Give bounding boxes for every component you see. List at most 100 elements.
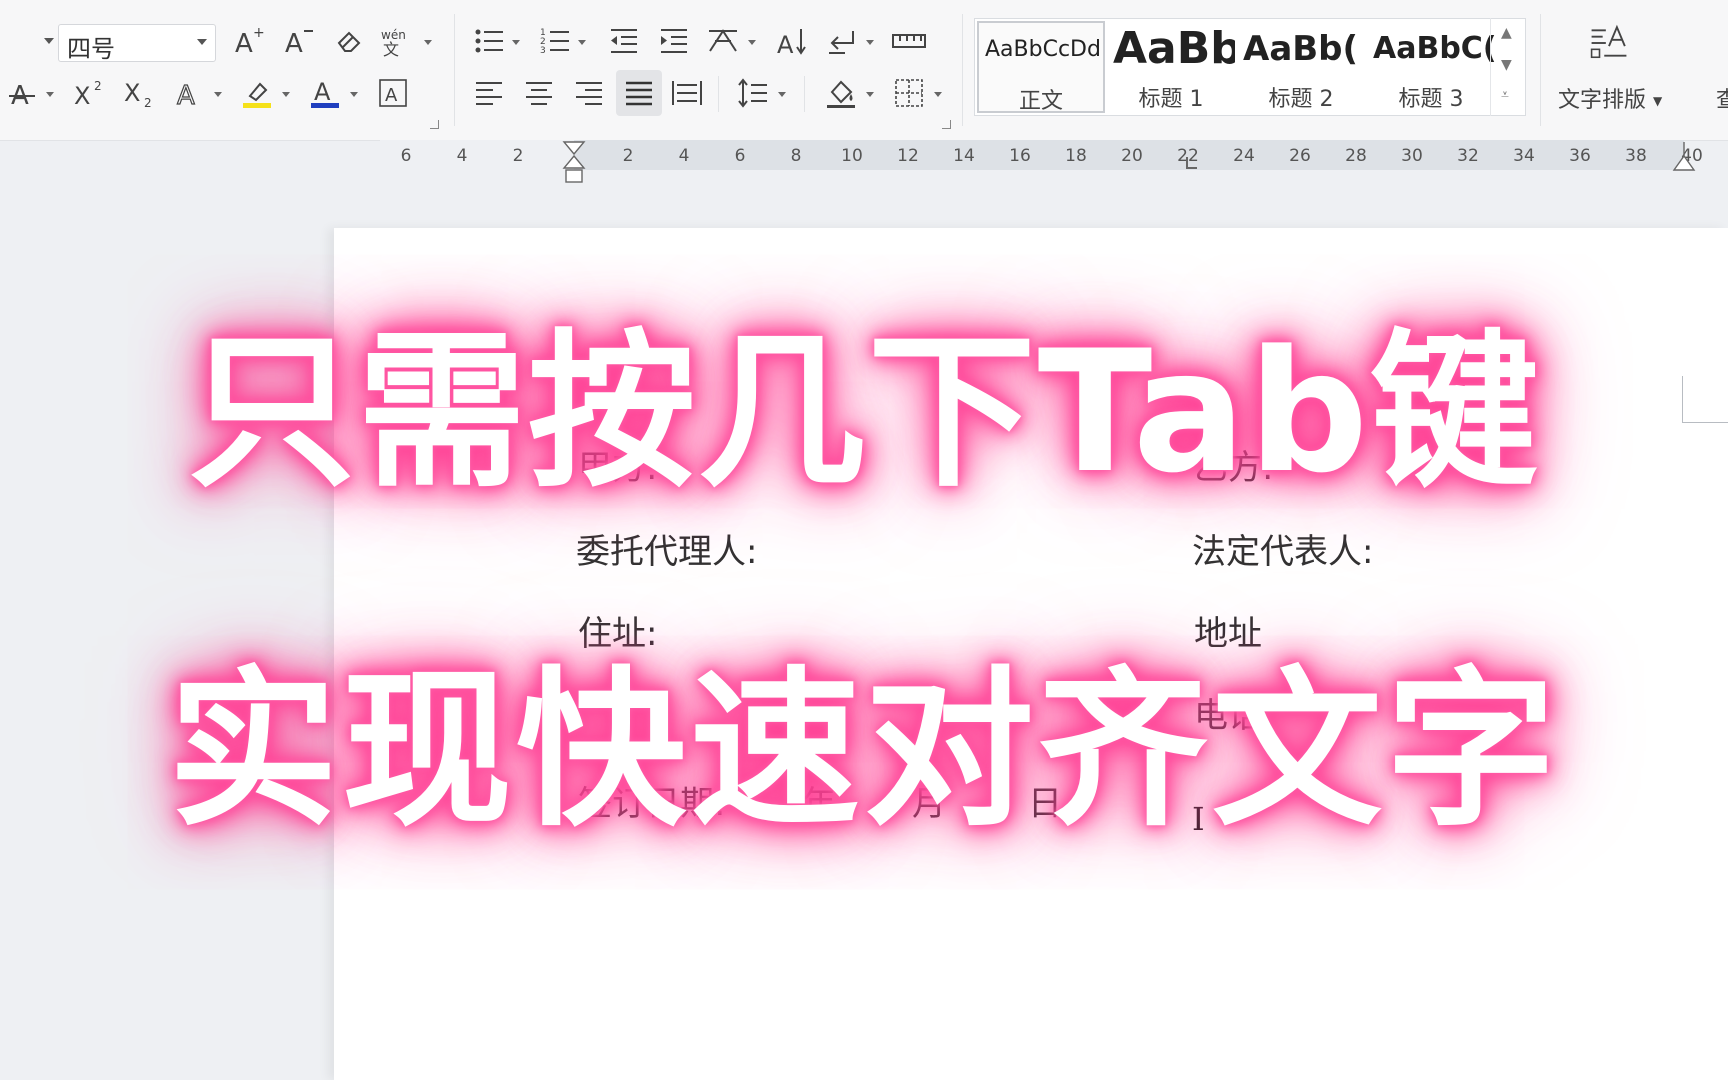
grow-font-icon[interactable]: A +: [230, 22, 268, 60]
borders-icon[interactable]: [890, 74, 928, 112]
character-border-icon[interactable]: A: [374, 74, 412, 112]
shrink-font-icon[interactable]: A: [280, 22, 318, 60]
svg-text:A: A: [235, 29, 253, 57]
chevron-down-icon: [197, 39, 207, 45]
ruler-number: 38: [1625, 146, 1647, 166]
text-effect-dropdown-caret[interactable]: [214, 92, 222, 97]
svg-text:X: X: [124, 79, 140, 107]
distributed-align-icon[interactable]: [668, 74, 706, 112]
pinyin-dropdown-caret[interactable]: [424, 40, 432, 45]
svg-text:2: 2: [94, 79, 102, 93]
ribbon-toolbar: 四号 A + A wén 文 A X2 X2 A A A 123 A AaBbC…: [0, 0, 1728, 141]
ruler-number: 12: [897, 146, 919, 166]
svg-text:X: X: [74, 82, 90, 109]
ruler-number: 26: [1289, 146, 1311, 166]
highlight-icon[interactable]: [238, 74, 276, 112]
group-separator: [1540, 14, 1541, 126]
ruler-number: 10: [841, 146, 863, 166]
justify-icon[interactable]: [616, 70, 662, 116]
style-heading-3[interactable]: AaBbC( 标题 3: [1367, 21, 1495, 113]
ruler-number: 34: [1513, 146, 1535, 166]
caption-line-1: 只需按几下Tab键: [187, 314, 1541, 510]
indent-marker-icon[interactable]: [562, 140, 586, 184]
ruler-number: 36: [1569, 146, 1591, 166]
chevron-up-icon[interactable]: ▲: [1501, 26, 1512, 40]
chinese-layout-icon[interactable]: [704, 22, 742, 60]
font-size-dropdown[interactable]: 四号: [58, 24, 216, 63]
font-color-icon[interactable]: A: [306, 74, 344, 112]
svg-text:A: A: [314, 78, 331, 106]
font-dialog-launcher[interactable]: [430, 120, 439, 129]
highlight-dropdown-caret[interactable]: [282, 92, 290, 97]
numbered-list-dropdown-caret[interactable]: [578, 40, 586, 45]
ruler-number: 28: [1345, 146, 1367, 166]
tab-ruler-icon[interactable]: [890, 22, 928, 60]
line-break-icon[interactable]: [822, 22, 860, 60]
text-effect-icon[interactable]: A: [170, 74, 208, 112]
svg-text:A: A: [285, 29, 303, 57]
ruler-number: 2: [512, 146, 524, 166]
ruler-number: 6: [400, 146, 412, 166]
superscript-icon[interactable]: X2: [70, 74, 108, 112]
cut-off-toolbar-item[interactable]: 查: [1716, 82, 1728, 114]
style-heading-1[interactable]: AaBb 标题 1: [1107, 21, 1235, 113]
styles-gallery: AaBbCcDd 正文 AaBb 标题 1 AaBb( 标题 2 AaBbC( …: [974, 18, 1526, 116]
style-label: 标题 2: [1268, 87, 1334, 112]
style-heading-2[interactable]: AaBb( 标题 2: [1237, 21, 1365, 113]
ruler-number: 30: [1401, 146, 1423, 166]
bullet-list-icon[interactable]: [470, 22, 508, 60]
align-left-icon[interactable]: [470, 74, 508, 112]
line-spacing-dropdown-caret[interactable]: [778, 92, 786, 97]
text-layout-button[interactable]: 文字排版 ▼: [1558, 82, 1662, 114]
group-separator: [804, 76, 805, 112]
style-normal[interactable]: AaBbCcDd 正文: [977, 21, 1105, 113]
ruler-number: 20: [1121, 146, 1143, 166]
legal-rep-label: 法定代表人:: [1192, 532, 1374, 572]
pinyin-guide-icon[interactable]: wén 文: [380, 22, 418, 60]
bullet-list-dropdown-caret[interactable]: [512, 40, 520, 45]
strikethrough-dropdown-caret[interactable]: [46, 92, 54, 97]
horizontal-ruler[interactable]: 6 4 2 2 4 6 8 10 12 14 16 18 20 22 24 26 28 30 32 34 36 38 40: [0, 140, 1728, 183]
chevron-down-icon: ▼: [1653, 94, 1663, 108]
shading-icon[interactable]: [822, 74, 860, 112]
strikethrough-icon[interactable]: A: [4, 74, 42, 112]
decrease-indent-icon[interactable]: [604, 22, 642, 60]
tab-stop-icon[interactable]: [1184, 156, 1198, 170]
ruler-number: 6: [734, 146, 746, 166]
text-layout-label: 文字排版: [1558, 88, 1647, 113]
numbered-list-icon[interactable]: 123: [536, 22, 574, 60]
borders-dropdown-caret[interactable]: [934, 92, 942, 97]
text-direction-icon[interactable]: A: [772, 22, 810, 60]
chinese-layout-dropdown-caret[interactable]: [748, 40, 756, 45]
style-label: 标题 1: [1138, 87, 1204, 112]
svg-text:A: A: [177, 81, 195, 109]
expand-gallery-icon[interactable]: ⩡: [1501, 88, 1509, 102]
align-center-icon[interactable]: [520, 74, 558, 112]
increase-indent-icon[interactable]: [654, 22, 692, 60]
style-label: 正文: [1018, 89, 1063, 113]
right-indent-marker-icon[interactable]: [1672, 140, 1696, 174]
align-right-icon[interactable]: [570, 74, 608, 112]
text-layout-icon[interactable]: [1590, 24, 1628, 62]
style-label: 标题 3: [1398, 87, 1464, 112]
font-name-dropdown-caret[interactable]: [44, 38, 54, 44]
clear-format-icon[interactable]: [330, 22, 368, 60]
chevron-down-icon[interactable]: ▼: [1501, 58, 1512, 72]
ruler-number: 18: [1065, 146, 1087, 166]
styles-gallery-scroll: ▲ ▼ ⩡: [1490, 18, 1526, 116]
ruler-number: 4: [456, 146, 468, 166]
font-color-dropdown-caret[interactable]: [350, 92, 358, 97]
svg-text:2: 2: [144, 96, 152, 109]
subscript-icon[interactable]: X2: [120, 74, 158, 112]
svg-text:文: 文: [383, 40, 399, 57]
svg-text:A: A: [385, 85, 398, 106]
shading-dropdown-caret[interactable]: [866, 92, 874, 97]
caption-line-2: 实现快速对齐文字: [167, 652, 1560, 850]
paragraph-dialog-launcher[interactable]: [942, 120, 951, 129]
group-separator: [454, 14, 455, 126]
line-break-dropdown-caret[interactable]: [866, 40, 874, 45]
ruler-number: 14: [953, 146, 975, 166]
line-spacing-icon[interactable]: [734, 74, 772, 112]
ruler-number: 24: [1233, 146, 1255, 166]
group-separator: [962, 14, 963, 126]
